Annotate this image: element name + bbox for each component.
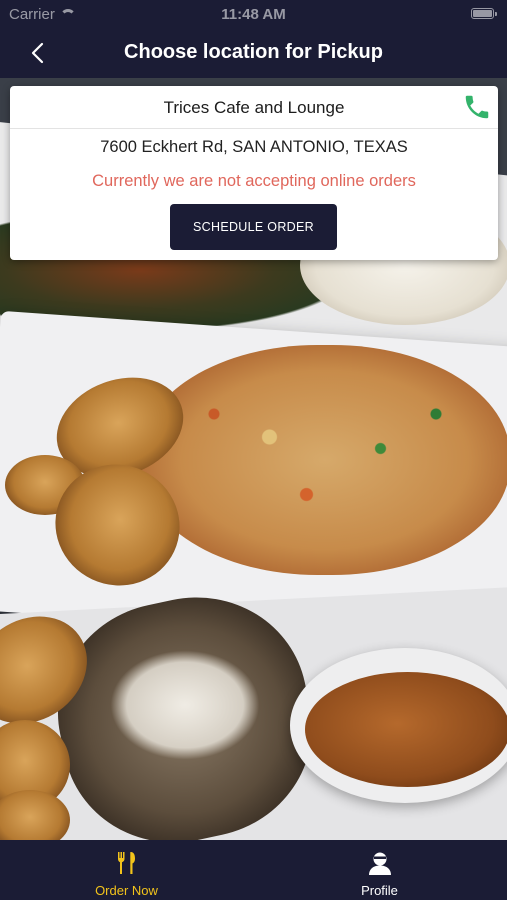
location-name: Trices Cafe and Lounge <box>163 98 345 117</box>
noodles-dish <box>140 345 507 575</box>
bottom-tab-bar: Order Now Profile <box>0 840 507 900</box>
fork-knife-icon <box>117 852 135 874</box>
location-card[interactable]: Trices Cafe and Lounge 7600 Eckhert Rd, … <box>10 86 498 260</box>
schedule-order-button[interactable]: SCHEDULE ORDER <box>170 204 337 250</box>
location-address: 7600 Eckhert Rd, SAN ANTONIO, TEXAS <box>100 138 408 156</box>
navigation-bar: Choose location for Pickup <box>0 28 507 78</box>
tab-order-now-label: Order Now <box>95 883 158 898</box>
phone-icon <box>465 95 489 119</box>
onion-rings <box>110 650 260 760</box>
status-time: 11:48 AM <box>221 6 286 23</box>
page-title: Choose location for Pickup <box>124 41 383 63</box>
pepper-sauce <box>305 672 507 787</box>
tab-order-now[interactable]: Order Now <box>0 840 253 900</box>
tab-profile[interactable]: Profile <box>253 840 506 900</box>
user-icon <box>368 852 391 875</box>
location-card-header: Trices Cafe and Lounge <box>10 86 498 129</box>
call-button[interactable] <box>462 92 492 122</box>
battery-icon <box>471 8 497 19</box>
tab-profile-label: Profile <box>361 883 398 898</box>
ordering-unavailable-notice: Currently we are not accepting online or… <box>92 172 416 190</box>
status-bar: Carrier 11:48 AM <box>0 0 507 28</box>
